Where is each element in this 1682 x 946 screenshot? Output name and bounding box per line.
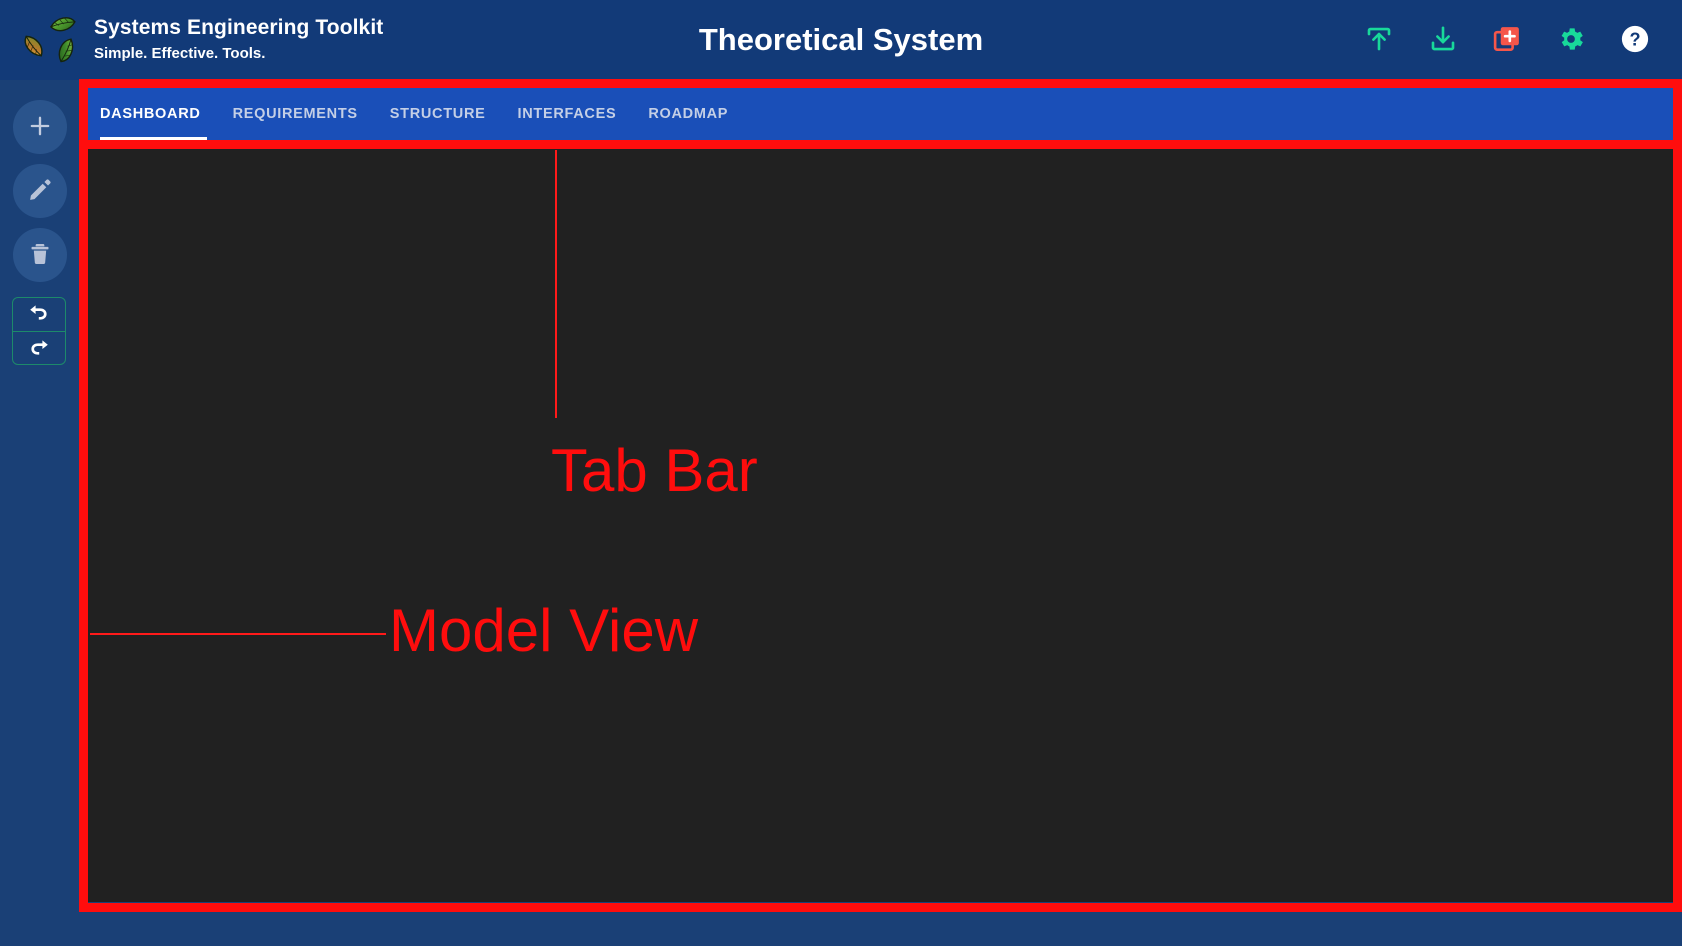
- tab-dashboard[interactable]: DASHBOARD: [88, 88, 217, 140]
- upload-icon: [1364, 24, 1394, 57]
- delete-icon: [27, 241, 53, 270]
- add-button[interactable]: [13, 100, 67, 154]
- undo-button[interactable]: [13, 298, 65, 332]
- brand-block: Systems Engineering Toolkit Simple. Effe…: [0, 12, 560, 68]
- tab-structure[interactable]: STRUCTURE: [374, 88, 502, 140]
- three-leaves-recycle-logo-icon: [22, 12, 78, 68]
- tab-requirements[interactable]: REQUIREMENTS: [217, 88, 374, 140]
- settings-button[interactable]: [1550, 19, 1592, 61]
- app-header: Systems Engineering Toolkit Simple. Effe…: [0, 0, 1682, 80]
- history-button-group: [12, 297, 66, 365]
- add-icon: [26, 112, 54, 143]
- help-icon: ?: [1620, 24, 1650, 57]
- download-button[interactable]: [1422, 19, 1464, 61]
- app-title: Systems Engineering Toolkit: [94, 16, 384, 39]
- undo-icon: [27, 301, 51, 328]
- tab-interfaces[interactable]: INTERFACES: [502, 88, 633, 140]
- redo-icon: [27, 336, 51, 363]
- new-file-icon: [1492, 24, 1522, 57]
- new-file-button[interactable]: [1486, 19, 1528, 61]
- upload-button[interactable]: [1358, 19, 1400, 61]
- svg-text:?: ?: [1629, 29, 1640, 49]
- edit-icon: [27, 177, 53, 206]
- header-actions: ?: [1358, 0, 1656, 80]
- delete-button[interactable]: [13, 228, 67, 282]
- help-button[interactable]: ?: [1614, 19, 1656, 61]
- tab-bar: DASHBOARD REQUIREMENTS STRUCTURE INTERFA…: [88, 88, 1674, 140]
- gear-icon: [1556, 24, 1586, 57]
- application-window: Systems Engineering Toolkit Simple. Effe…: [0, 0, 1682, 946]
- left-toolbar: [0, 80, 80, 946]
- download-icon: [1428, 24, 1458, 57]
- edit-button[interactable]: [13, 164, 67, 218]
- redo-button[interactable]: [13, 332, 65, 364]
- app-tagline: Simple. Effective. Tools.: [94, 45, 266, 62]
- model-view-canvas[interactable]: [88, 146, 1674, 902]
- tab-roadmap[interactable]: ROADMAP: [632, 88, 744, 140]
- brand-text: Systems Engineering Toolkit Simple. Effe…: [94, 15, 383, 65]
